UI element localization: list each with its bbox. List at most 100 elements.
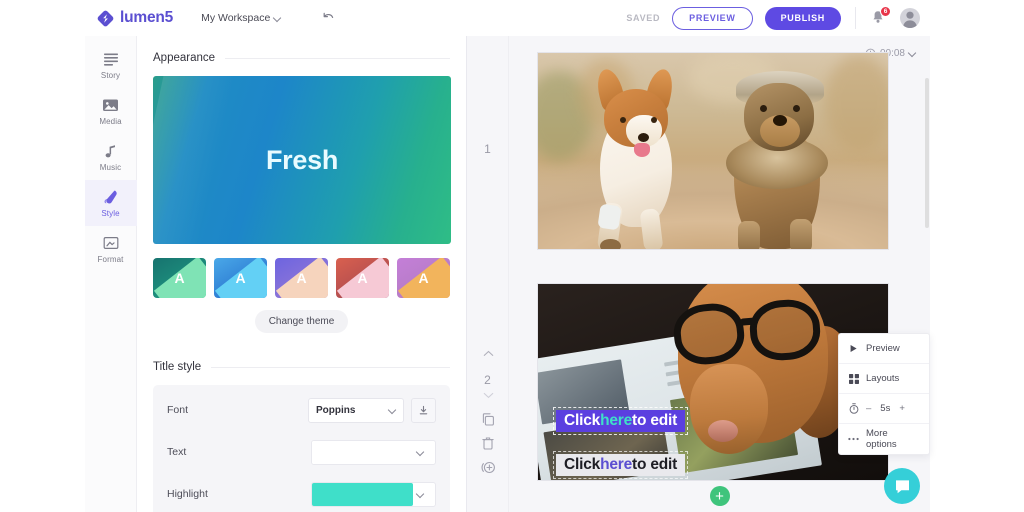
format-frame-icon — [103, 235, 119, 252]
story-lines-icon — [103, 51, 119, 68]
scene-number: 1 — [484, 142, 491, 156]
title-style-title: Title style — [153, 361, 202, 373]
title-style-form: Font Poppins Text Highlight — [153, 385, 450, 512]
sidebar-item-label: Story — [100, 70, 121, 80]
font-label: Font — [167, 404, 189, 416]
undo-button[interactable] — [319, 9, 337, 27]
scene-card[interactable]: Click here to edit Click here to edit — [537, 283, 889, 481]
upload-font-button[interactable] — [411, 397, 436, 423]
undo-arrow-icon — [323, 12, 334, 18]
highlight-color-select[interactable] — [311, 481, 436, 507]
appearance-section-header: Appearance — [153, 52, 450, 64]
sidebar-item-music[interactable]: Music — [85, 134, 137, 180]
duration-value: 5s — [880, 403, 891, 414]
dog-nose — [708, 420, 738, 442]
glasses-left-lens — [671, 300, 747, 368]
dog-with-glasses-on-magazine: Click here to edit Click here to edit — [538, 284, 888, 480]
context-menu-duration: – 5s + — [839, 394, 929, 424]
context-menu-preview[interactable]: Preview — [839, 334, 929, 364]
corgi-paw — [600, 239, 621, 249]
workspace-selector[interactable]: My Workspace — [201, 12, 281, 24]
publish-button[interactable]: PUBLISH — [764, 6, 841, 30]
add-scene-button[interactable]: + — [709, 486, 730, 506]
highlight-color-chip — [312, 482, 413, 506]
swatch-letter: A — [296, 270, 307, 286]
textbox-prefix: Click — [564, 456, 601, 473]
terrier-right-eye — [793, 105, 800, 112]
user-avatar-icon — [902, 11, 918, 28]
sidebar-item-label: Media — [99, 116, 122, 126]
move-down-icon[interactable] — [481, 388, 496, 403]
theme-swatch[interactable]: A — [153, 258, 206, 298]
delete-scene-icon[interactable] — [481, 436, 496, 451]
sidebar-item-label: Format — [97, 254, 124, 264]
glasses-right-lens — [747, 297, 823, 363]
style-settings-panel: Appearance Fresh A A A A A Change theme … — [137, 36, 467, 512]
canvas-scrollbar[interactable] — [925, 78, 929, 228]
scene-card[interactable] — [537, 52, 889, 250]
change-theme-button[interactable]: Change theme — [254, 310, 349, 333]
brand-logo[interactable]: lumen5 — [97, 9, 173, 27]
chat-bubble-icon — [895, 479, 909, 493]
sidebar-item-story[interactable]: Story — [85, 42, 137, 88]
theme-swatch[interactable]: A — [275, 258, 328, 298]
context-menu-layouts[interactable]: Layouts — [839, 364, 929, 394]
app-header: lumen5 My Workspace SAVED PREVIEW PUBLIS… — [85, 0, 930, 36]
sidebar-item-label: Music — [99, 162, 122, 172]
theme-swatch[interactable]: A — [214, 258, 267, 298]
corgi-right-eye — [651, 117, 657, 123]
textbox-prefix: Click — [564, 412, 601, 429]
theme-swatch[interactable]: A — [397, 258, 450, 298]
terrier-nose — [773, 115, 787, 126]
duration-increase-button[interactable]: + — [899, 403, 905, 414]
sidebar-item-format[interactable]: Format — [85, 226, 137, 272]
theme-preview[interactable]: Fresh — [153, 76, 451, 244]
textbox-suffix: to edit — [632, 456, 678, 473]
scene-textbox-selected[interactable]: Click here to edit — [552, 407, 689, 435]
terrier-left-leg — [738, 221, 760, 249]
move-up-icon[interactable] — [481, 346, 496, 361]
lumen5-logo-icon — [97, 10, 114, 27]
music-note-icon — [104, 143, 118, 160]
saved-status: SAVED — [626, 13, 661, 23]
theme-swatch-list: A A A A A — [153, 258, 450, 298]
layouts-grid-icon — [848, 373, 859, 384]
upload-font-icon — [419, 405, 428, 414]
chat-support-button[interactable] — [884, 468, 920, 504]
font-select[interactable]: Poppins — [308, 397, 404, 423]
swatch-letter: A — [418, 270, 429, 286]
preview-button[interactable]: PREVIEW — [672, 6, 753, 30]
context-menu-label: Layouts — [866, 373, 900, 384]
style-brush-icon — [103, 189, 119, 206]
scene-tools — [467, 346, 509, 475]
app-body: Story Media Music Style Format Appearanc… — [84, 36, 930, 512]
scene-context-menu: Preview Layouts – 5s + More options — [838, 333, 930, 455]
textbox-highlight: here — [600, 456, 633, 473]
sidebar-item-style[interactable]: Style — [84, 180, 137, 226]
chevron-down-icon — [909, 50, 916, 57]
add-scene-icon[interactable] — [481, 460, 496, 475]
highlight-label: Highlight — [167, 488, 208, 500]
duration-stepper: – 5s + — [866, 403, 905, 414]
header-divider — [855, 7, 856, 29]
chevron-down-icon — [389, 407, 396, 414]
font-row: Font Poppins — [167, 389, 436, 431]
theme-swatch[interactable]: A — [336, 258, 389, 298]
font-value: Poppins — [316, 404, 356, 416]
text-color-select[interactable] — [311, 439, 436, 465]
swatch-letter: A — [174, 270, 185, 286]
duration-decrease-button[interactable]: – — [866, 403, 871, 414]
duplicate-scene-icon[interactable] — [481, 412, 496, 427]
context-menu-more-options[interactable]: More options — [839, 424, 929, 454]
scene-textbox[interactable]: Click here to edit — [552, 451, 689, 479]
context-menu-label: Preview — [866, 343, 900, 354]
avatar[interactable] — [900, 8, 920, 28]
notifications-button[interactable]: 6 — [870, 6, 891, 27]
sidebar-item-media[interactable]: Media — [85, 88, 137, 134]
swatch-letter: A — [357, 270, 368, 286]
text-label: Text — [167, 446, 187, 458]
header-actions: SAVED PREVIEW PUBLISH 6 — [626, 6, 920, 30]
highlight-color-row: Highlight — [167, 473, 436, 512]
play-icon — [848, 344, 859, 353]
chevron-down-icon — [274, 15, 281, 22]
